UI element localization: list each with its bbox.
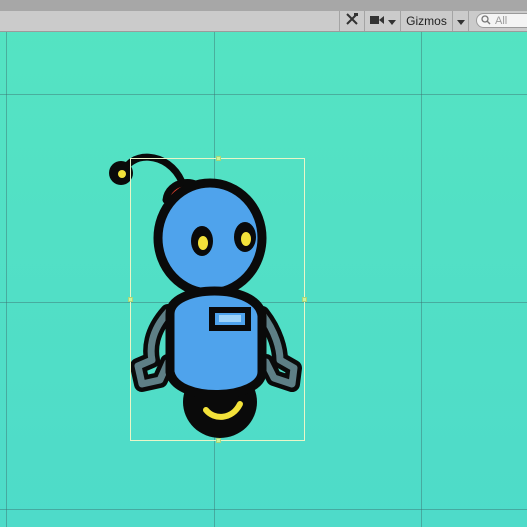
selection-bounds (130, 158, 305, 441)
dropdown-arrow-icon (387, 12, 396, 30)
gizmos-dropdown-button[interactable] (452, 11, 469, 31)
tools-button[interactable] (339, 11, 364, 31)
gizmos-label: Gizmos (406, 14, 447, 28)
search-placeholder: All (495, 14, 508, 27)
resize-handle-left[interactable] (128, 297, 133, 302)
search-input[interactable]: All (476, 13, 527, 28)
scene-viewport[interactable] (0, 32, 527, 527)
dropdown-arrow-icon (456, 12, 465, 30)
gizmos-button[interactable]: Gizmos (400, 11, 452, 31)
scene-toolbar: Gizmos All (0, 11, 527, 32)
robot-antenna-tip-highlight (118, 170, 126, 178)
tools-icon (345, 12, 359, 31)
resize-handle-top[interactable] (216, 156, 221, 161)
resize-handle-bottom[interactable] (216, 438, 221, 443)
camera-icon (369, 12, 384, 30)
camera-dropdown-button[interactable] (364, 11, 400, 31)
search-icon (481, 12, 491, 30)
resize-handle-right[interactable] (302, 297, 307, 302)
